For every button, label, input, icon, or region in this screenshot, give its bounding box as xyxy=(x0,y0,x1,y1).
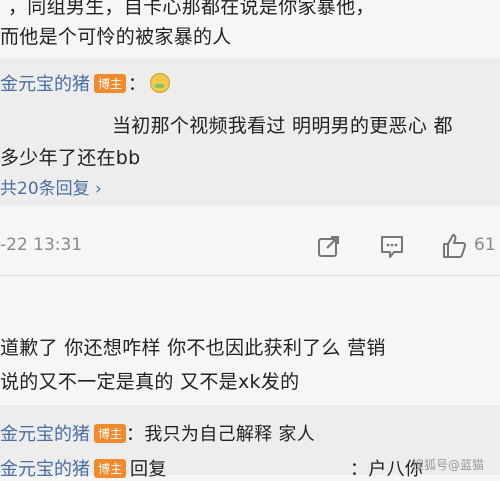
sick-face-emoji-icon xyxy=(150,73,171,93)
comment-text-line2: 说的又不一定是真的 又不是xk发的 xyxy=(0,371,300,393)
post-text-line2: 而他是个可怜的被家暴的人 xyxy=(0,26,232,48)
reply-text-line1: 当初那个视频我看过 明明男的更恶心 都 xyxy=(112,115,453,137)
reply-header: 金元宝的猪 博主： xyxy=(0,70,171,96)
more-replies-link[interactable]: 共20条回复 › xyxy=(0,174,102,199)
like-count: 61 xyxy=(474,235,496,255)
comment-timestamp: -22 13:31 xyxy=(0,235,83,255)
share-icon[interactable] xyxy=(316,234,342,260)
author-badge: 博主 xyxy=(94,74,127,93)
author-badge: 博主 xyxy=(94,424,127,443)
reply-text: ：我只为自己解释 家人 xyxy=(126,424,316,445)
reply-text-line2: 多少年了还在bb xyxy=(0,147,141,169)
reply-username[interactable]: 金元宝的猪 xyxy=(0,424,90,445)
reply-row: 金元宝的猪 博主 ：我只为自己解释 家人 xyxy=(0,420,315,446)
reply-colon: ： xyxy=(128,74,147,95)
watermark: 搜狐号@蓝猫 xyxy=(412,458,485,472)
reply-row: 金元宝的猪 博主 回复 xyxy=(0,455,167,481)
comment-icon[interactable] xyxy=(378,233,406,261)
reply-username[interactable]: 金元宝的猪 xyxy=(0,74,90,95)
comment-text-line1: 道歉了 你还想咋样 你不也因此获利了么 营销 xyxy=(0,337,386,359)
post-text-line1: ，同组男生，自卡心那都在说是你家暴他， xyxy=(8,0,375,18)
author-badge: 博主 xyxy=(94,459,127,478)
like-icon[interactable] xyxy=(440,232,468,260)
comment-divider xyxy=(0,275,500,276)
